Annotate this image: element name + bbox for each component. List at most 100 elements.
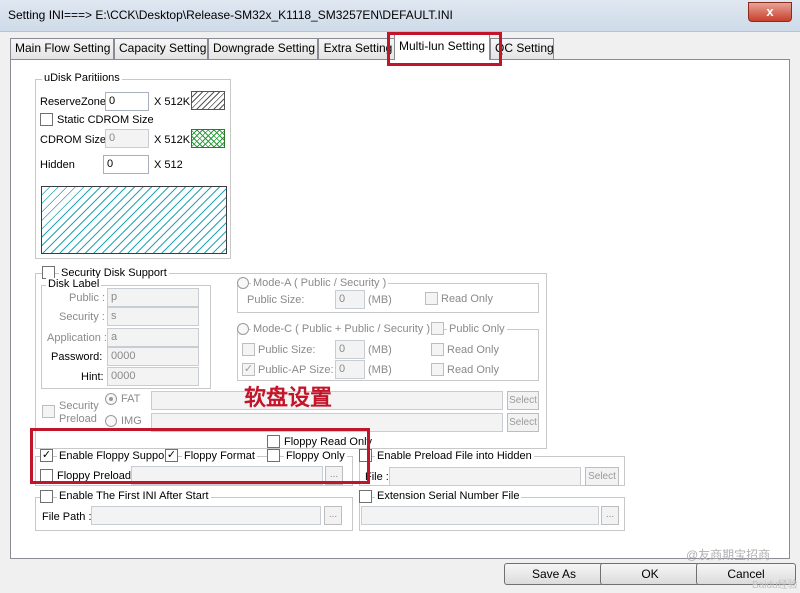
- udisk-partitions-label: uDisk Paritiions: [42, 72, 122, 84]
- public-size2-label: Public Size:: [258, 344, 316, 356]
- extension-serial-checkbox[interactable]: [359, 490, 372, 503]
- file-path-input[interactable]: [91, 506, 321, 525]
- file-path-label: File Path :: [42, 511, 92, 523]
- save-as-button[interactable]: Save As: [504, 563, 604, 585]
- public-ap-checkbox[interactable]: ✓: [242, 363, 255, 376]
- hidden-input[interactable]: 0: [103, 155, 149, 174]
- hint-label: Hint:: [81, 371, 104, 383]
- extension-serial-label: Extension Serial Number File: [375, 490, 522, 502]
- reserve-zone-label: ReserveZone: [40, 96, 107, 108]
- multi-lun-panel: uDisk Paritiions ReserveZone 0 X 512K St…: [10, 59, 790, 559]
- disk-label-title: Disk Label: [46, 278, 102, 290]
- extension-serial-input[interactable]: [361, 506, 599, 525]
- mode-c-read-only-checkbox[interactable]: [431, 343, 444, 356]
- enable-floppy-label: Enable Floppy Support: [57, 450, 173, 462]
- static-cdrom-checkbox[interactable]: [40, 113, 53, 126]
- enable-floppy-checkbox[interactable]: ✓: [40, 449, 53, 462]
- watermark-logo: Baidu经验: [752, 580, 798, 591]
- title-bar: Setting INI===> E:\CCK\Desktop\Release-S…: [0, 0, 800, 32]
- close-icon: x: [766, 4, 774, 19]
- tab-bar: Main Flow Setting Capacity Setting Downg…: [10, 34, 790, 60]
- floppy-annotation: 软盘设置: [244, 385, 333, 410]
- application-input[interactable]: a: [107, 328, 199, 347]
- close-button[interactable]: x: [748, 2, 792, 22]
- cdrom-size-unit: X 512K: [154, 134, 191, 146]
- file-path-browse-button[interactable]: ...: [324, 506, 342, 525]
- public-size2-unit: (MB): [368, 344, 392, 356]
- cdrom-size-label: CDROM Size: [40, 134, 107, 146]
- password-input[interactable]: 0000: [107, 347, 199, 366]
- mode-a-radio[interactable]: [237, 277, 249, 289]
- public-ap-read-only-checkbox[interactable]: [431, 363, 444, 376]
- hidden-unit: X 512: [154, 159, 183, 171]
- application-label: Application :: [47, 332, 107, 344]
- first-ini-checkbox[interactable]: [40, 490, 53, 503]
- hidden-label: Hidden: [40, 159, 75, 171]
- public-only-label: Public Only: [447, 323, 507, 335]
- preload-hidden-label: Enable Preload File into Hidden: [375, 450, 534, 462]
- fat-select-button[interactable]: Select: [507, 391, 539, 410]
- security-label: Security :: [59, 311, 105, 323]
- floppy-preload-browse-button[interactable]: ...: [325, 466, 343, 485]
- floppy-only-label: Floppy Only: [284, 450, 347, 462]
- public-size-label: Public Size:: [247, 294, 305, 306]
- img-file-input[interactable]: [151, 413, 503, 432]
- extension-serial-browse-button[interactable]: ...: [601, 506, 619, 525]
- public-size2-input[interactable]: 0: [335, 340, 365, 359]
- security-preload-label-1: Security: [59, 400, 99, 412]
- preload-hidden-file-label: File :: [365, 471, 389, 483]
- tab-extra-setting[interactable]: Extra Setting: [318, 38, 398, 59]
- public-size-unit: (MB): [368, 294, 392, 306]
- img-select-button[interactable]: Select: [507, 413, 539, 432]
- tab-qc-setting[interactable]: QC Setting: [490, 38, 554, 59]
- first-ini-label: Enable The First INI After Start: [57, 490, 211, 502]
- floppy-read-only-checkbox[interactable]: [267, 435, 280, 448]
- mode-a-read-only-checkbox[interactable]: [425, 292, 438, 305]
- ok-button[interactable]: OK: [600, 563, 700, 585]
- public-size-input[interactable]: 0: [335, 290, 365, 309]
- img-radio[interactable]: [105, 415, 117, 427]
- security-preload-label-2: Preload: [59, 413, 97, 425]
- preload-hidden-checkbox[interactable]: [359, 449, 372, 462]
- public-ap-input[interactable]: 0: [335, 360, 365, 379]
- public-ap-read-only-label: Read Only: [447, 364, 499, 376]
- mode-c-read-only-label: Read Only: [447, 344, 499, 356]
- window-title: Setting INI===> E:\CCK\Desktop\Release-S…: [8, 8, 453, 22]
- preload-hidden-select-button[interactable]: Select: [585, 467, 619, 486]
- reserve-zone-input[interactable]: 0: [105, 92, 149, 111]
- floppy-format-label: Floppy Format: [182, 450, 257, 462]
- tab-capacity-setting[interactable]: Capacity Setting: [114, 38, 208, 59]
- fat-label: FAT: [121, 393, 141, 405]
- tab-downgrade-setting[interactable]: Downgrade Setting: [208, 38, 318, 59]
- public-ap-label: Public-AP Size:: [258, 364, 334, 376]
- public-input[interactable]: p: [107, 288, 199, 307]
- floppy-preload-input[interactable]: [131, 466, 323, 485]
- static-cdrom-label: Static CDROM Size: [57, 114, 154, 126]
- mode-c-radio[interactable]: [237, 323, 249, 335]
- fat-radio[interactable]: [105, 393, 117, 405]
- floppy-only-checkbox[interactable]: [267, 449, 280, 462]
- partition-preview: [41, 186, 227, 254]
- mode-a-read-only-label: Read Only: [441, 293, 493, 305]
- preload-hidden-file-input[interactable]: [389, 467, 581, 486]
- public-ap-unit: (MB): [368, 364, 392, 376]
- reserve-zone-unit: X 512K: [154, 96, 191, 108]
- floppy-read-only-label: Floppy Read Only: [284, 436, 373, 448]
- mode-a-label: Mode-A ( Public / Security ): [251, 277, 389, 289]
- floppy-preload-label: Floppy Preload: [57, 470, 131, 482]
- img-label: IMG: [121, 415, 142, 427]
- cdrom-size-swatch: [191, 129, 225, 148]
- tab-main-flow-setting[interactable]: Main Flow Setting: [10, 38, 114, 59]
- setting-window: Setting INI===> E:\CCK\Desktop\Release-S…: [0, 0, 800, 593]
- public-size2-checkbox[interactable]: [242, 343, 255, 356]
- security-preload-checkbox[interactable]: [42, 405, 55, 418]
- public-only-checkbox[interactable]: [431, 322, 444, 335]
- floppy-preload-checkbox[interactable]: [40, 469, 53, 482]
- security-input[interactable]: s: [107, 307, 199, 326]
- tab-multi-lun-setting[interactable]: Multi-lun Setting: [394, 34, 490, 60]
- mode-c-label: Mode-C ( Public + Public / Security ): [251, 323, 432, 335]
- reserve-zone-swatch: [191, 91, 225, 110]
- hint-input[interactable]: 0000: [107, 367, 199, 386]
- cdrom-size-input[interactable]: 0: [105, 129, 149, 148]
- floppy-format-checkbox[interactable]: ✓: [165, 449, 178, 462]
